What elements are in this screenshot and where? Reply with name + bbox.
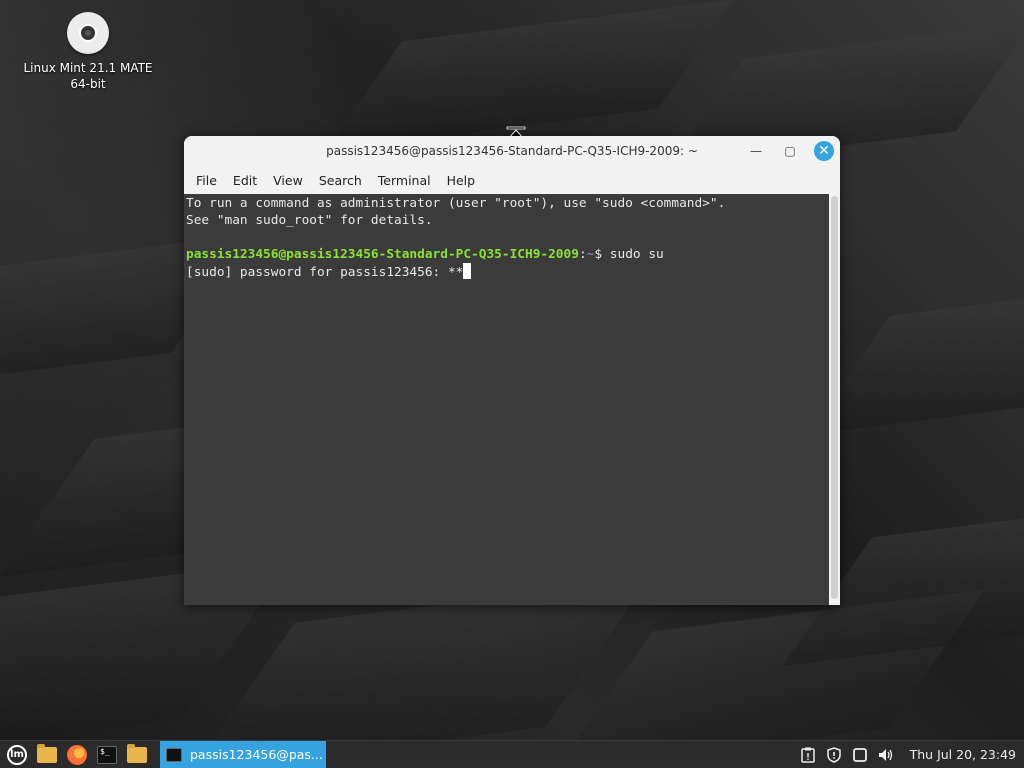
prompt-end: $ — [594, 247, 610, 262]
window-titlebar[interactable]: passis123456@passis123456-Standard-PC-Q3… — [184, 136, 840, 166]
minimize-button[interactable]: — — [746, 141, 766, 161]
task-label: passis123456@pas... — [190, 747, 323, 762]
desktop-icon-label-line1: Linux Mint 21.1 MATE — [23, 61, 153, 75]
files-launcher[interactable] — [124, 743, 150, 767]
terminal-area[interactable]: To run a command as administrator (user … — [184, 194, 840, 605]
desktop-icon-linux-mint-disc[interactable]: Linux Mint 21.1 MATE 64-bit — [14, 12, 162, 92]
shield-icon[interactable] — [824, 745, 844, 765]
folder-icon — [37, 743, 57, 763]
terminal-icon: $_ — [97, 745, 117, 764]
taskbar-window-terminal[interactable]: passis123456@pas... — [160, 740, 326, 768]
menu-search[interactable]: Search — [311, 173, 370, 188]
disc-icon — [67, 12, 109, 54]
firefox-launcher[interactable] — [64, 743, 90, 767]
menu-terminal[interactable]: Terminal — [370, 173, 439, 188]
desktop-icon-label-line2: 64-bit — [70, 77, 106, 91]
menu-button[interactable]: lm — [4, 743, 30, 767]
linux-mint-logo-icon: lm — [7, 744, 27, 765]
display-icon[interactable] — [850, 745, 870, 765]
menu-view[interactable]: View — [265, 173, 311, 188]
show-desktop-button[interactable] — [34, 743, 60, 767]
volume-icon[interactable] — [876, 745, 896, 765]
task-terminal-icon — [166, 747, 182, 762]
files-folder-icon — [127, 743, 147, 763]
menu-help[interactable]: Help — [439, 173, 484, 188]
clock[interactable]: Thu Jul 20, 23:49 — [910, 747, 1016, 762]
window-title: passis123456@passis123456-Standard-PC-Q3… — [326, 144, 698, 158]
terminal-window[interactable]: passis123456@passis123456-Standard-PC-Q3… — [184, 136, 840, 605]
terminal-line-2: See "man sudo_root" for details. — [186, 213, 433, 228]
scrollbar-thumb[interactable] — [831, 196, 838, 599]
prompt-separator: : — [578, 247, 587, 262]
taskbar: lm $_ passis123456@pas... Thu Jul 20, 23… — [0, 740, 1024, 768]
firefox-icon — [67, 744, 87, 765]
menu-bar: File Edit View Search Terminal Help — [184, 166, 840, 194]
window-controls: — ▢ ✕ — [746, 141, 834, 161]
close-button[interactable]: ✕ — [814, 141, 834, 161]
menu-edit[interactable]: Edit — [225, 173, 265, 188]
typed-command: sudo su — [609, 247, 664, 262]
terminal-line-4: [sudo] password for passis123456: ** — [186, 263, 827, 281]
system-tray: Thu Jul 20, 23:49 — [798, 745, 1024, 765]
menu-file[interactable]: File — [188, 173, 225, 188]
clipboard-icon[interactable] — [798, 745, 818, 765]
text-cursor — [463, 263, 472, 279]
prompt-user-host: passis123456@passis123456-Standard-PC-Q3… — [186, 247, 579, 262]
terminal-line-1: To run a command as administrator (user … — [186, 196, 726, 211]
terminal-output[interactable]: To run a command as administrator (user … — [184, 194, 829, 605]
terminal-prompt-line: passis123456@passis123456-Standard-PC-Q3… — [186, 246, 827, 263]
maximize-button[interactable]: ▢ — [780, 141, 800, 161]
sudo-password-prompt: [sudo] password for passis123456: ** — [186, 265, 464, 280]
terminal-scrollbar[interactable] — [829, 194, 840, 605]
terminal-launcher[interactable]: $_ — [94, 743, 120, 767]
